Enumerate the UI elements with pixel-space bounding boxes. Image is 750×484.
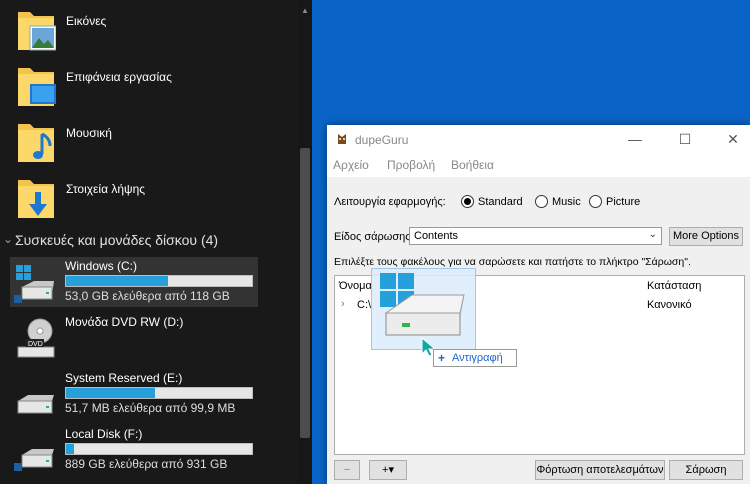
scroll-up-icon[interactable]: ▲	[301, 6, 309, 15]
devices-section-header[interactable]: ⌄ Συσκευές και μονάδες δίσκου (4)	[0, 232, 290, 250]
svg-text:DVD: DVD	[28, 341, 43, 348]
windows-drive-icon	[14, 265, 54, 303]
drive-free-space: 889 GB ελεύθερα από 931 GB	[65, 457, 228, 471]
scan-type-select[interactable]: Contents ⌄	[409, 227, 662, 245]
drive-item-f[interactable]: Local Disk (F:) 889 GB ελεύθερα από 931 …	[10, 425, 258, 475]
drive-usage-bar	[65, 443, 253, 455]
instructions-text: Επιλέξτε τους φακέλους για να σαρώσετε κ…	[334, 256, 691, 268]
drive-usage-bar	[65, 387, 253, 399]
mode-music-label: Music	[552, 196, 581, 208]
drive-free-space: 51,7 MB ελεύθερα από 99,9 MB	[65, 401, 236, 415]
menu-bar: Αρχείο Προβολή Βοήθεια	[327, 155, 750, 177]
drive-name: Μονάδα DVD RW (D:)	[65, 315, 184, 329]
drive-item-d[interactable]: DVD Μονάδα DVD RW (D:)	[10, 313, 258, 363]
scrollbar-thumb[interactable]	[300, 148, 310, 438]
mode-music-radio[interactable]	[535, 195, 548, 208]
drive-name: Local Disk (F:)	[65, 427, 143, 441]
mode-picture-radio[interactable]	[589, 195, 602, 208]
music-folder-icon	[18, 124, 54, 162]
folder-row-name[interactable]: C:\	[357, 299, 371, 311]
scan-type-label: Είδος σάρωσης	[334, 231, 411, 243]
mode-picture-label: Picture	[606, 196, 641, 208]
chevron-down-icon: ⌄	[648, 229, 657, 240]
scan-button[interactable]: Σάρωση	[669, 460, 743, 480]
dvd-drive-icon: DVD	[17, 318, 55, 358]
window-title: dupeGuru	[355, 133, 409, 147]
drive-free-space: 53,0 GB ελεύθερα από 118 GB	[65, 289, 230, 303]
add-folder-button[interactable]: +▾	[369, 460, 407, 480]
load-results-button[interactable]: Φόρτωση αποτελεσμάτων	[535, 460, 665, 480]
copy-tooltip-text: Αντιγραφή	[452, 352, 503, 364]
hard-drive-icon	[17, 395, 54, 414]
folder-label: Επιφάνεια εργασίας	[66, 70, 172, 84]
folder-label: Μουσική	[66, 126, 112, 140]
drive-usage-fill	[66, 388, 156, 398]
folder-label: Στοιχεία λήψης	[66, 182, 146, 196]
pictures-folder-icon	[18, 12, 56, 51]
explorer-pane: Εικόνες Επιφάνεια εργασίας Μουσική Στοιχ…	[0, 0, 312, 484]
more-options-button[interactable]: More Options	[669, 227, 743, 246]
minimize-icon[interactable]: —	[612, 125, 658, 155]
folder-item-downloads[interactable]: Στοιχεία λήψης	[16, 176, 286, 226]
folder-item-pictures[interactable]: Εικόνες	[16, 8, 286, 58]
mode-standard-radio[interactable]	[461, 195, 474, 208]
chevron-down-icon: ⌄	[3, 232, 14, 246]
close-icon[interactable]: ✕	[710, 125, 750, 155]
plus-icon: +	[438, 351, 446, 365]
menu-help[interactable]: Βοήθεια	[451, 158, 494, 172]
dupeguru-app-icon	[338, 134, 346, 144]
downloads-folder-icon	[18, 180, 54, 218]
title-bar[interactable]: dupeGuru — ☐ ✕	[327, 125, 750, 155]
folder-row-state[interactable]: Κανονικό	[647, 299, 692, 311]
folder-label: Εικόνες	[66, 14, 107, 28]
drive-usage-bar	[65, 275, 253, 287]
desktop-folder-icon	[18, 68, 56, 106]
mode-standard-label: Standard	[478, 196, 523, 208]
remove-folder-button[interactable]: −	[334, 460, 360, 480]
column-header-name[interactable]: Όνομα	[339, 280, 372, 292]
drive-item-e[interactable]: System Reserved (E:) 51,7 MB ελεύθερα απ…	[10, 369, 258, 419]
drive-name: Windows (C:)	[65, 259, 138, 273]
hard-drive-icon	[14, 449, 54, 471]
folder-item-desktop[interactable]: Επιφάνεια εργασίας	[16, 64, 286, 114]
folder-item-music[interactable]: Μουσική	[16, 120, 286, 170]
drive-usage-fill	[66, 444, 75, 454]
scan-type-value: Contents	[414, 230, 459, 242]
menu-view[interactable]: Προβολή	[387, 158, 435, 172]
drive-name: System Reserved (E:)	[65, 371, 183, 385]
copy-tooltip: + Αντιγραφή	[433, 349, 517, 367]
maximize-icon[interactable]: ☐	[662, 125, 708, 155]
drive-usage-fill	[66, 276, 169, 286]
column-header-state[interactable]: Κατάσταση	[647, 280, 701, 292]
explorer-scrollbar[interactable]: ▲	[298, 0, 312, 484]
chevron-right-icon[interactable]: ›	[341, 298, 345, 310]
drive-item-c[interactable]: Windows (C:) 53,0 GB ελεύθερα από 118 GB	[10, 257, 258, 307]
app-mode-label: Λειτουργία εφαρμογής:	[334, 196, 446, 208]
menu-file[interactable]: Αρχείο	[333, 158, 369, 172]
